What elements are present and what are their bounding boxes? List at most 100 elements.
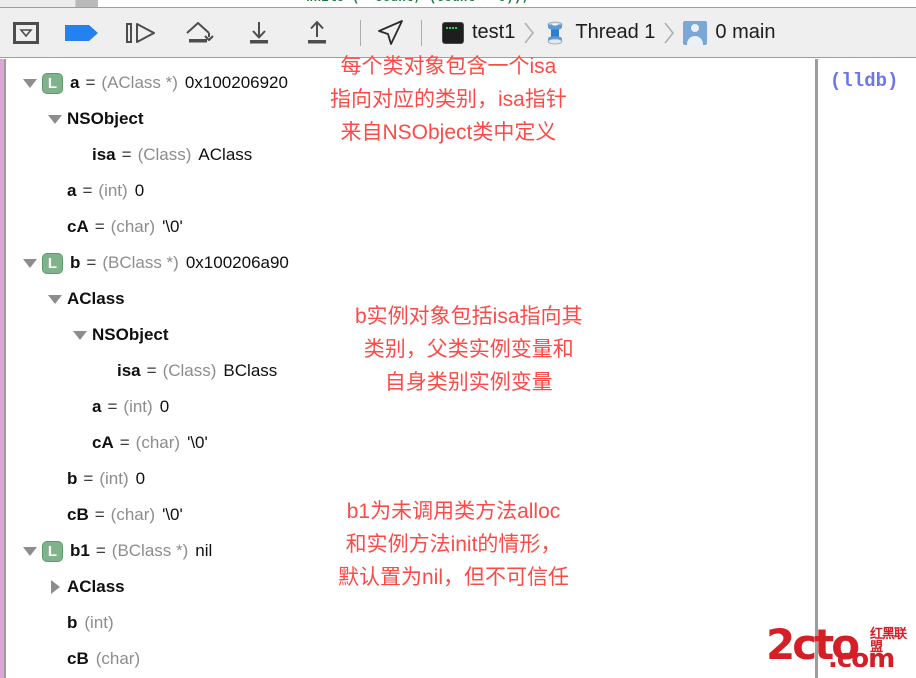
- step-out-down-button[interactable]: [230, 7, 288, 58]
- variable-value: 0x100206920: [184, 73, 288, 92]
- chevron-down-in-box-icon: [13, 21, 39, 44]
- source-code-line: while (--count, (count > 0));: [306, 0, 529, 5]
- step-into-button[interactable]: [172, 7, 230, 58]
- variable-equals: =: [119, 433, 130, 452]
- step-over-icon: [126, 22, 155, 43]
- variable-name: cB: [67, 649, 89, 668]
- variable-row[interactable]: a = (int) 0: [47, 173, 144, 209]
- disclosure-triangle-open-icon[interactable]: [22, 245, 38, 281]
- variable-type: (int): [98, 181, 128, 200]
- lldb-prompt: (lldb): [830, 70, 899, 92]
- xcode-debug-area: while (--count, (count > 0));: [0, 0, 916, 678]
- variable-type: (int): [123, 397, 153, 416]
- variable-type: (Class): [162, 361, 217, 380]
- variable-equals: =: [82, 181, 93, 200]
- variable-row[interactable]: cA = (char) '\0': [47, 209, 183, 245]
- variable-name: a: [92, 397, 102, 416]
- variable-value: '\0': [162, 505, 183, 524]
- disclosure-triangle-open-icon[interactable]: [47, 101, 63, 137]
- disclosure-spacer: [47, 605, 63, 641]
- source-code-sliver: while (--count, (count > 0));: [0, 0, 916, 7]
- variable-type: (char): [110, 505, 156, 524]
- disclosure-triangle-open-icon[interactable]: [22, 65, 38, 101]
- variable-row[interactable]: NSObject: [72, 317, 169, 353]
- disclosure-triangle-closed-icon[interactable]: [47, 569, 63, 605]
- terminal-icon: [442, 21, 464, 44]
- toolbar-separator-2: [421, 19, 422, 46]
- variable-equals: =: [107, 397, 118, 416]
- variable-value: 0x100206a90: [185, 253, 289, 272]
- red-annotation-text: b实例对象包括isa指向其 类别，父类实例变量和 自身类别实例变量: [355, 305, 583, 394]
- disclosure-triangle-open-icon[interactable]: [22, 533, 38, 569]
- arrow-down-to-bar-icon: [250, 21, 268, 43]
- person-icon: [683, 20, 708, 45]
- variable-name: b: [67, 613, 78, 632]
- variable-row[interactable]: b (int): [47, 605, 114, 641]
- variable-type: (int): [84, 613, 114, 632]
- variable-row[interactable]: isa = (Class) AClass: [72, 137, 252, 173]
- disclosure-spacer: [72, 137, 88, 173]
- editor-gutter-selection: [76, 0, 98, 7]
- variable-type: (BClass *): [102, 253, 179, 272]
- disclosure-triangle-open-icon[interactable]: [72, 317, 88, 353]
- variable-name: isa: [117, 361, 141, 380]
- breadcrumb-separator-2: [659, 7, 679, 58]
- red-annotation-text: b1为未调用类方法alloc 和实例方法init的情形， 默认置为nil，但不可…: [338, 500, 570, 589]
- variable-row[interactable]: b = (BClass *) 0x100206a90: [22, 245, 289, 281]
- disclosure-spacer: [47, 209, 63, 245]
- breadcrumb-frame-label: 0 main: [715, 21, 776, 43]
- breadcrumb-thread-label: Thread 1: [575, 21, 656, 43]
- step-into-icon: [186, 21, 214, 42]
- variable-name: a: [67, 181, 77, 200]
- thread-spool-icon: [547, 21, 563, 44]
- local-variable-badge-icon: [42, 72, 63, 94]
- variable-row[interactable]: AClass: [47, 281, 125, 317]
- breadcrumb-item-frame[interactable]: 0 main: [679, 7, 779, 58]
- variable-row[interactable]: cB = (char) '\0': [47, 497, 183, 533]
- variable-value: BClass: [223, 361, 278, 380]
- navigation-arrow-icon: [378, 19, 403, 45]
- disclosure-triangle-open-icon[interactable]: [47, 281, 63, 317]
- continue-arrow-icon: [65, 24, 98, 41]
- variable-type: (int): [99, 469, 129, 488]
- variable-row[interactable]: isa = (Class) BClass: [97, 353, 277, 389]
- breadcrumb-process-label: test1: [472, 21, 516, 43]
- disclosure-spacer: [47, 641, 63, 677]
- watermark-cn-label: 红黑联盟: [870, 627, 907, 655]
- local-variable-badge-icon: [42, 540, 63, 562]
- variable-row[interactable]: b = (int) 0: [47, 461, 145, 497]
- console-view[interactable]: (lldb): [818, 59, 916, 678]
- variable-type: (char): [135, 433, 181, 452]
- variable-value: 0: [134, 181, 145, 200]
- variable-row[interactable]: NSObject: [47, 101, 144, 137]
- red-annotation-text: 每个类对象包含一个isa 指向对应的类别，isa指针 来自NSObject类中定…: [330, 55, 567, 144]
- variable-name: cA: [92, 433, 114, 452]
- variable-row[interactable]: a = (AClass *) 0x100206920: [22, 65, 288, 101]
- chevron-right-icon: [524, 22, 535, 43]
- variable-value: AClass: [198, 145, 253, 164]
- variable-row[interactable]: a = (int) 0: [72, 389, 169, 425]
- variable-value: '\0': [187, 433, 208, 452]
- variable-name: b: [67, 469, 78, 488]
- disclosure-spacer: [97, 353, 113, 389]
- variable-row[interactable]: cA = (char) '\0': [72, 425, 208, 461]
- continue-button[interactable]: [52, 7, 112, 58]
- variable-type: (BClass *): [111, 541, 189, 560]
- local-variable-badge-icon: [42, 252, 63, 274]
- variable-value: 0: [159, 397, 170, 416]
- variable-name: AClass: [67, 577, 125, 596]
- variable-equals: =: [95, 541, 106, 560]
- variable-row[interactable]: cB (char): [47, 641, 140, 677]
- disclosure-spacer: [47, 497, 63, 533]
- step-over-button[interactable]: [112, 7, 172, 58]
- variable-name: NSObject: [67, 109, 144, 128]
- variable-equals: =: [83, 469, 94, 488]
- variable-value: 0: [135, 469, 146, 488]
- hide-debug-area-button[interactable]: [0, 7, 52, 58]
- variable-type: (char): [110, 217, 156, 236]
- variable-row[interactable]: b1 = (BClass *) nil: [22, 533, 212, 569]
- variable-name: a: [70, 73, 80, 92]
- disclosure-spacer: [72, 389, 88, 425]
- variable-row[interactable]: AClass: [47, 569, 125, 605]
- variable-equals: =: [146, 361, 157, 380]
